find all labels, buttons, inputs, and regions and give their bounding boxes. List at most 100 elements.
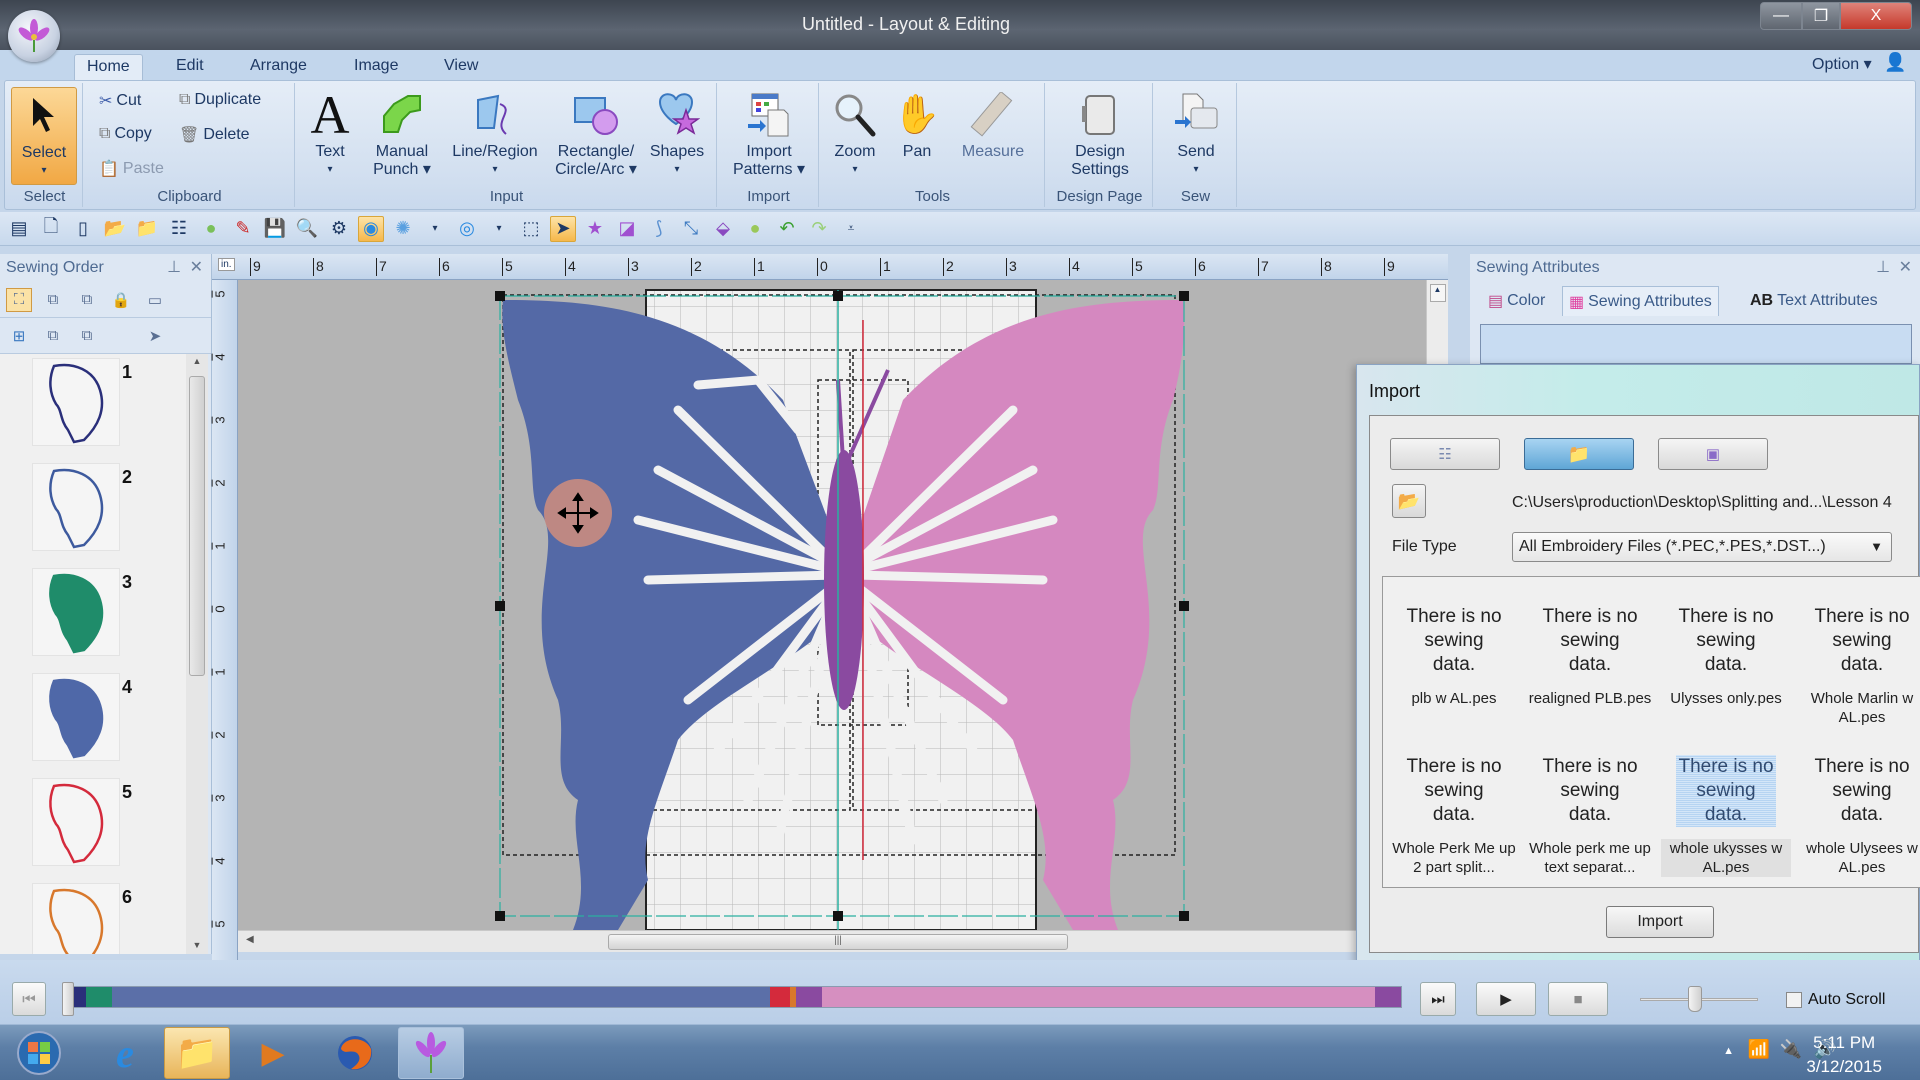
new-icon[interactable]: 🗋 bbox=[38, 216, 64, 242]
hoop-view-icon[interactable]: ▯ bbox=[70, 216, 96, 242]
fit-view-icon[interactable]: ⛶ bbox=[6, 287, 32, 312]
card-source-button[interactable]: ▣ bbox=[1658, 438, 1768, 470]
restore-button[interactable]: ❐ bbox=[1802, 2, 1840, 30]
shapes-button[interactable]: Shapes ▾ bbox=[645, 87, 709, 179]
file-thumbnail[interactable]: There is no sewing data. whole Ulysees w … bbox=[1797, 755, 1920, 877]
customize-qat-icon[interactable]: ⩡ bbox=[838, 216, 864, 242]
media-player-taskbar[interactable]: ▶ bbox=[240, 1027, 306, 1079]
design-canvas[interactable]: ▲ bbox=[238, 280, 1448, 930]
move-to-front-icon[interactable]: ⧉ bbox=[40, 288, 66, 312]
transform-icon[interactable]: ⬙ bbox=[710, 216, 736, 242]
split-icon[interactable]: ⧉ bbox=[74, 324, 100, 348]
settings-page-icon[interactable]: ⚙ bbox=[326, 216, 352, 242]
tab-text-attributes[interactable]: AB Text Attributes bbox=[1744, 286, 1884, 316]
burst-icon[interactable]: ✺ bbox=[390, 216, 416, 242]
frame-icon[interactable]: ▭ bbox=[142, 288, 168, 312]
send-button[interactable]: Send ▾ bbox=[1163, 87, 1229, 179]
duplicate-button[interactable]: ⧉ Duplicate bbox=[179, 91, 261, 109]
scroll-up-icon[interactable]: ▲ bbox=[186, 356, 208, 366]
go-to-start-button[interactable]: ⏮ bbox=[12, 982, 46, 1016]
browse-folder-button[interactable]: 📂 bbox=[1392, 484, 1426, 518]
chevron-down-icon[interactable]: ▾ bbox=[486, 216, 512, 242]
cut-button[interactable]: ✂ Cut bbox=[99, 91, 141, 111]
scroll-thumb[interactable] bbox=[189, 376, 205, 676]
go-to-end-button[interactable]: ⏭ bbox=[1420, 982, 1456, 1016]
import-button[interactable]: Import bbox=[1606, 906, 1714, 938]
file-thumbnail[interactable]: There is no sewing data. Whole perk me up… bbox=[1525, 755, 1655, 877]
scroll-left-icon[interactable]: ◀ bbox=[246, 934, 254, 945]
play-button[interactable]: ▶ bbox=[1476, 982, 1536, 1016]
edit-image-icon[interactable]: ✎ bbox=[230, 216, 256, 242]
pattern-library-button[interactable]: ☷ bbox=[1390, 438, 1500, 470]
pattern-list-icon[interactable]: ☷ bbox=[166, 216, 192, 242]
sewing-order-item[interactable]: 5 bbox=[0, 774, 190, 879]
print-preview-icon[interactable]: 🔍 bbox=[294, 216, 320, 242]
sewing-order-item[interactable]: 6 bbox=[0, 879, 190, 954]
shapes-small-icon[interactable]: ★ bbox=[582, 216, 608, 242]
sewing-order-scrollbar[interactable]: ▲ ▼ bbox=[186, 354, 208, 954]
sewing-order-item[interactable]: 4 bbox=[0, 669, 190, 774]
ring-icon[interactable]: ◎ bbox=[454, 216, 480, 242]
manual-punch-button[interactable]: Manual Punch ▾ bbox=[367, 87, 437, 179]
scroll-down-icon[interactable]: ▼ bbox=[186, 940, 208, 950]
redo-icon[interactable]: ↷ bbox=[806, 216, 832, 242]
tab-sewing-attributes[interactable]: ▦ Sewing Attributes bbox=[1562, 286, 1719, 316]
file-thumbnail[interactable]: There is no sewing data. realigned PLB.pe… bbox=[1525, 605, 1655, 708]
move-to-back-icon[interactable]: ⧉ bbox=[74, 288, 100, 312]
copy-button[interactable]: ⧉ Copy bbox=[99, 125, 152, 143]
close-panel-icon[interactable]: ✕ bbox=[190, 254, 203, 282]
import-patterns-button[interactable]: Import Patterns ▾ bbox=[727, 87, 811, 179]
layout-icon[interactable]: ▤ bbox=[6, 216, 32, 242]
speed-slider-thumb[interactable] bbox=[1688, 986, 1703, 1012]
tab-view[interactable]: View bbox=[432, 54, 490, 80]
pan-button[interactable]: ✋ Pan bbox=[891, 87, 943, 161]
select-arrow-icon[interactable]: ➤ bbox=[550, 215, 576, 242]
pin-icon[interactable]: ⊥ bbox=[1876, 254, 1890, 282]
line-region-button[interactable]: Line/Region ▾ bbox=[447, 87, 543, 179]
layout-editing-taskbar[interactable] bbox=[398, 1027, 464, 1079]
fill-stitch-icon[interactable]: ◉ bbox=[358, 215, 384, 242]
measure-button[interactable]: Measure bbox=[951, 87, 1035, 161]
pin-icon[interactable]: ⊥ bbox=[167, 254, 181, 282]
green-ball-icon[interactable]: ● bbox=[742, 216, 768, 242]
file-thumbnail[interactable]: There is no sewing data. Ulysses only.pes bbox=[1661, 605, 1791, 708]
undo-icon[interactable]: ↶ bbox=[774, 216, 800, 242]
firefox-taskbar[interactable] bbox=[322, 1027, 388, 1079]
open-import-icon[interactable]: 📁 bbox=[134, 216, 160, 242]
internet-explorer-taskbar[interactable]: e bbox=[92, 1027, 158, 1079]
file-type-select[interactable]: All Embroidery Files (*.PEC,*.PES,*.DST.… bbox=[1512, 532, 1892, 562]
zoom-fit-icon[interactable]: ⬚ bbox=[518, 216, 544, 242]
network-icon[interactable]: 📶 bbox=[1748, 1039, 1770, 1060]
option-menu[interactable]: Option ▾ bbox=[1812, 52, 1872, 78]
paste-button[interactable]: 📋 Paste bbox=[99, 159, 164, 179]
show-hidden-icons[interactable]: ▲ bbox=[1723, 1045, 1734, 1057]
scroll-thumb[interactable]: ||| bbox=[608, 934, 1068, 950]
file-thumbnail[interactable]: There is no sewing data. Whole Marlin w A… bbox=[1797, 605, 1920, 727]
sewing-order-item[interactable]: 3 bbox=[0, 564, 190, 669]
canvas-horizontal-scrollbar[interactable]: ◀ ||| bbox=[238, 930, 1448, 952]
file-thumbnail[interactable]: There is no sewing data. whole ukysses w … bbox=[1661, 755, 1791, 877]
sewing-order-item[interactable]: 2 bbox=[0, 459, 190, 564]
scroll-up-icon[interactable]: ▲ bbox=[1429, 284, 1446, 302]
lock-icon[interactable]: 🔒 bbox=[108, 288, 134, 312]
color-sequence-bar[interactable] bbox=[72, 986, 1402, 1008]
tab-arrange[interactable]: Arrange bbox=[238, 54, 319, 80]
explorer-taskbar[interactable]: 📁 bbox=[164, 1027, 230, 1079]
sewing-order-item[interactable]: 1 bbox=[0, 354, 190, 459]
rectangle-circle-arc-button[interactable]: Rectangle/Circle/Arc ▾ bbox=[549, 87, 643, 179]
user-icon[interactable]: 👤 bbox=[1884, 52, 1906, 73]
system-clock[interactable]: 5:11 PM 3/12/2015 bbox=[1806, 1031, 1882, 1079]
file-thumbnail[interactable]: There is no sewing data. Whole Perk Me up… bbox=[1389, 755, 1519, 877]
zoom-button[interactable]: Zoom ▾ bbox=[827, 87, 883, 179]
power-icon[interactable]: 🔌 bbox=[1780, 1039, 1802, 1060]
save-icon[interactable]: 💾 bbox=[262, 216, 288, 242]
text-button[interactable]: A Text ▾ bbox=[307, 87, 353, 179]
app-menu-orb[interactable] bbox=[8, 10, 60, 62]
group-icon[interactable]: ⊞ bbox=[6, 324, 32, 348]
start-button[interactable] bbox=[6, 1027, 72, 1079]
progress-slider-handle[interactable] bbox=[62, 982, 74, 1016]
design-settings-button[interactable]: Design Settings bbox=[1055, 87, 1145, 179]
close-panel-icon[interactable]: ✕ bbox=[1899, 254, 1912, 282]
file-thumbnail[interactable]: There is no sewing data. plb w AL.pes bbox=[1389, 605, 1519, 708]
pointer-icon[interactable]: ➤ bbox=[142, 324, 168, 348]
